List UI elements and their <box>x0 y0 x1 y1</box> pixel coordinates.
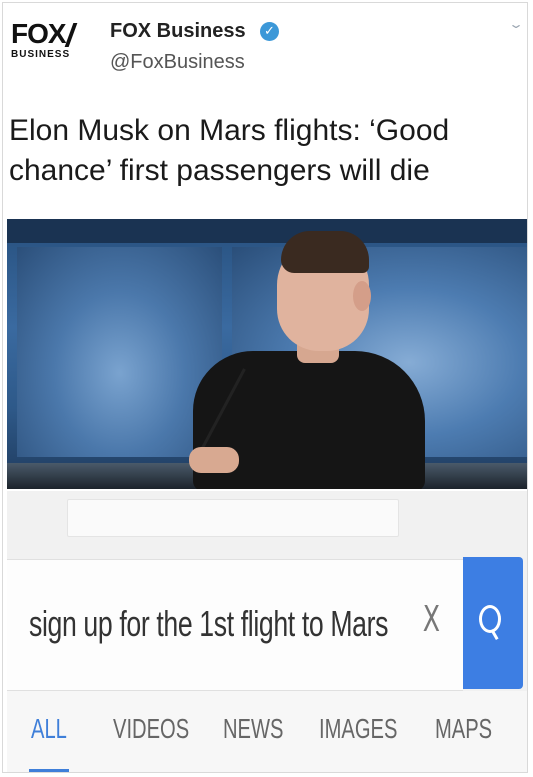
chevron-down-icon[interactable]: ⌄ <box>508 17 524 31</box>
logo-sub-text: BUSINESS <box>11 49 71 60</box>
search-tabs: ALL VIDEOS NEWS IMAGES MAPS <box>7 691 527 772</box>
account-name[interactable]: FOX Business <box>110 20 246 43</box>
search-icon-handle <box>490 628 499 641</box>
tab-images[interactable]: IMAGES <box>319 713 397 745</box>
search-icon <box>479 605 501 633</box>
active-tab-indicator <box>29 769 69 772</box>
news-photo[interactable] <box>7 219 527 489</box>
tab-all[interactable]: ALL <box>31 713 67 745</box>
photo-person-ear <box>353 281 371 311</box>
photo-earth-screen-left <box>17 247 222 457</box>
logo-main-text: FOX <box>11 18 67 49</box>
tweet-headline: Elon Musk on Mars flights: ‘Good chance’… <box>9 114 450 187</box>
logo-slash-mark <box>64 23 78 47</box>
tab-news[interactable]: NEWS <box>223 713 283 745</box>
search-query-text[interactable]: sign up for the 1st flight to Mars <box>29 603 388 645</box>
tab-videos[interactable]: VIDEOS <box>113 713 189 745</box>
clear-search-button[interactable]: X <box>423 599 440 640</box>
search-screenshot: sign up for the 1st flight to Mars X ALL… <box>7 491 527 772</box>
tweet-card: FOX BUSINESS FOX Business ✓ @FoxBusiness… <box>2 2 528 773</box>
photo-stage-top <box>7 219 527 243</box>
verified-badge-icon: ✓ <box>260 22 279 41</box>
fox-business-logo[interactable]: FOX BUSINESS <box>11 19 91 69</box>
tab-maps[interactable]: MAPS <box>435 713 492 745</box>
photo-person-hand <box>189 447 239 473</box>
search-header-bar <box>67 499 399 537</box>
search-button[interactable] <box>463 557 523 689</box>
account-handle[interactable]: @FoxBusiness <box>110 51 245 74</box>
photo-person-hair <box>281 231 369 273</box>
